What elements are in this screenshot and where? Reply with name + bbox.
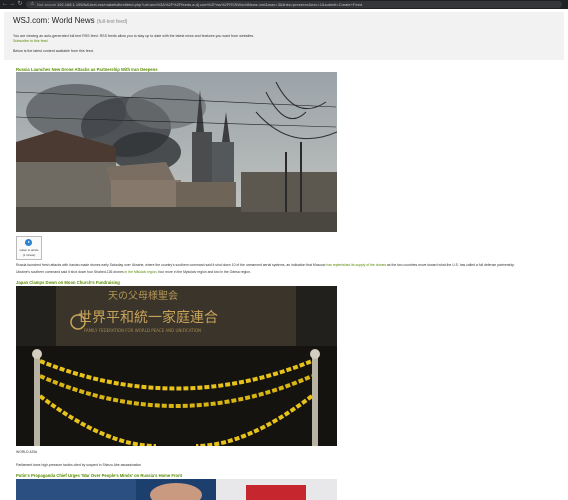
article-image-drone-strike bbox=[16, 72, 337, 232]
article-paragraph-1: Russia launched fresh attacks with Irani… bbox=[16, 263, 515, 267]
article-image-moon-church: 天の父母様聖会 世界平和統一家庭連合 FAMILY FEDERATION FOR… bbox=[16, 286, 337, 446]
feed-description: You are viewing an auto-generated full-t… bbox=[13, 34, 255, 38]
article-paragraph-2: Ukraine's southern command said it shot … bbox=[16, 270, 251, 274]
feed-title: WSJ.com: World News (full-text feed) bbox=[13, 16, 128, 25]
forward-icon[interactable]: → bbox=[9, 1, 15, 7]
listen-duration: (1 minute) bbox=[22, 253, 36, 257]
feed-header: WSJ.com: World News (full-text feed) You… bbox=[4, 12, 564, 60]
photo-sign-line-3: FAMILY FEDERATION FOR WORLD PEACE AND UN… bbox=[84, 328, 201, 333]
browser-toolbar: ← → ↻ ⚠ Not secure 192.168.1.195/full-te… bbox=[0, 0, 568, 9]
latest-note: Below is the latest content available fr… bbox=[13, 49, 94, 53]
subscribe-link[interactable]: Subscribe to this feed. bbox=[13, 39, 49, 43]
article-link-drones[interactable]: has replenished its supply of the drones bbox=[326, 263, 386, 267]
url-text[interactable]: 192.168.1.195/full-text-rss/makefulltext… bbox=[57, 0, 362, 9]
article-summary-2: Parliament bans high-pressure tactics ci… bbox=[16, 463, 142, 467]
security-label[interactable]: Not secure bbox=[37, 0, 56, 9]
photo-sign-line-2: 世界平和統一家庭連合 bbox=[78, 309, 218, 326]
reload-icon[interactable]: ↻ bbox=[17, 1, 23, 7]
back-icon[interactable]: ← bbox=[2, 1, 8, 7]
article-title-3[interactable]: Putin's Propaganda Chief Urges 'War Over… bbox=[16, 473, 182, 478]
photo-sign-line-1: 天の父母様聖会 bbox=[108, 289, 178, 302]
article-title-2[interactable]: Japan Clamps Down on Moon Church's Fundr… bbox=[16, 280, 120, 285]
image-caption-credit: WORLD ASIA bbox=[16, 450, 38, 454]
listen-label: Listen to article bbox=[19, 248, 39, 252]
warning-icon[interactable]: ⚠ bbox=[30, 0, 34, 9]
play-icon[interactable] bbox=[25, 239, 32, 246]
listen-to-article-button[interactable]: Listen to article (1 minute) bbox=[16, 236, 42, 260]
article-image-propaganda bbox=[16, 479, 337, 500]
article-link-region[interactable]: in the Mikolaiv region bbox=[125, 270, 157, 274]
